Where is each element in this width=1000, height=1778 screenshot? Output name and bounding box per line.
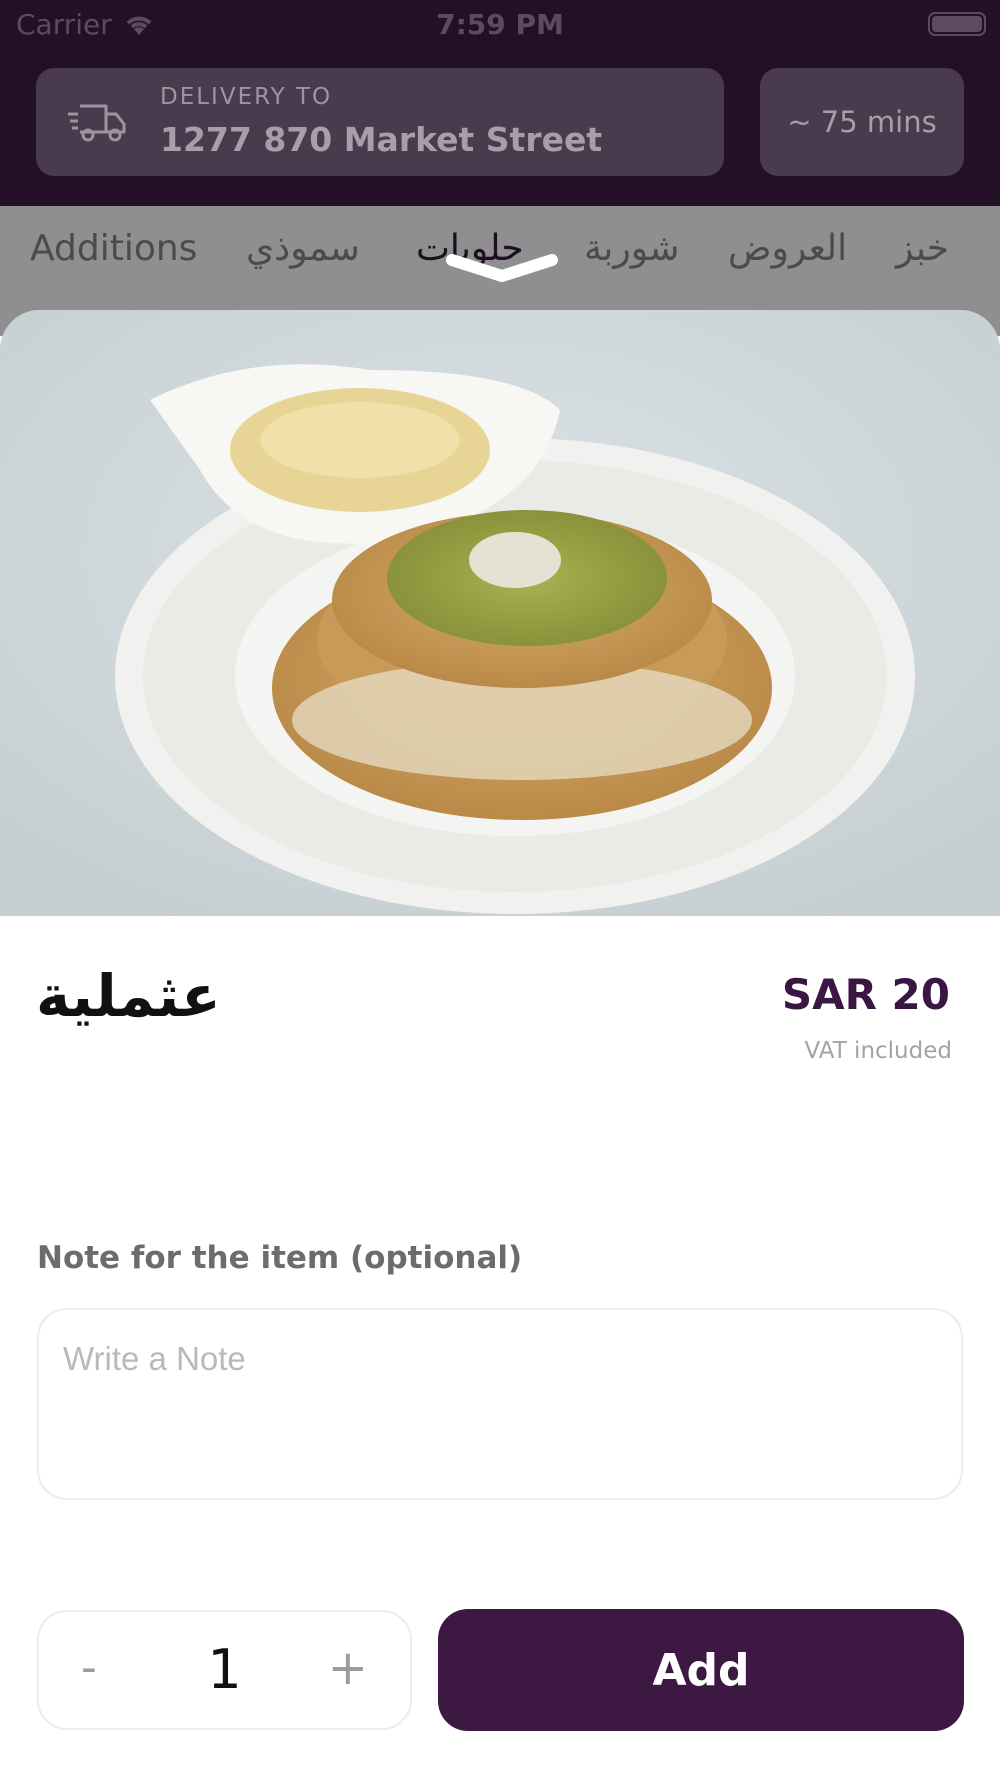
note-label: Note for the item (optional) <box>37 1240 523 1276</box>
battery-icon <box>928 12 986 36</box>
status-time: 7:59 PM <box>436 8 564 41</box>
delivery-truck-icon <box>68 104 126 142</box>
header: Carrier 7:59 PM DELIVERY TO 1277 870 Mar… <box>0 0 1000 206</box>
note-field[interactable] <box>37 1308 963 1500</box>
vat-note: VAT included <box>804 1038 952 1064</box>
item-sheet: عثملية SAR 20 VAT included Note for the … <box>0 310 1000 1778</box>
tab-offers[interactable]: العروض <box>728 228 847 269</box>
tab-soup[interactable]: شوربة <box>584 228 679 269</box>
item-title: عثملية <box>36 962 221 1030</box>
increase-button[interactable]: + <box>328 1640 368 1696</box>
status-bar: Carrier 7:59 PM <box>0 0 1000 52</box>
tab-bread[interactable]: خبز <box>896 228 949 269</box>
delivery-address-button[interactable]: DELIVERY TO 1277 870 Market Street <box>36 68 724 176</box>
quantity-stepper: - 1 + <box>37 1610 412 1730</box>
eta-badge: ~ 75 mins <box>760 68 964 176</box>
delivery-address: 1277 870 Market Street <box>160 120 603 159</box>
add-to-cart-button[interactable]: Add <box>438 1609 964 1731</box>
sheet-drag-handle[interactable] <box>446 254 558 284</box>
item-detail-screen: Carrier 7:59 PM DELIVERY TO 1277 870 Mar… <box>0 0 1000 1778</box>
item-price: SAR 20 <box>781 970 950 1019</box>
tab-smoothie[interactable]: سموذي <box>246 228 360 269</box>
tab-additions[interactable]: Additions <box>30 228 197 269</box>
delivery-label: DELIVERY TO <box>160 84 333 110</box>
item-photo <box>0 310 1000 916</box>
